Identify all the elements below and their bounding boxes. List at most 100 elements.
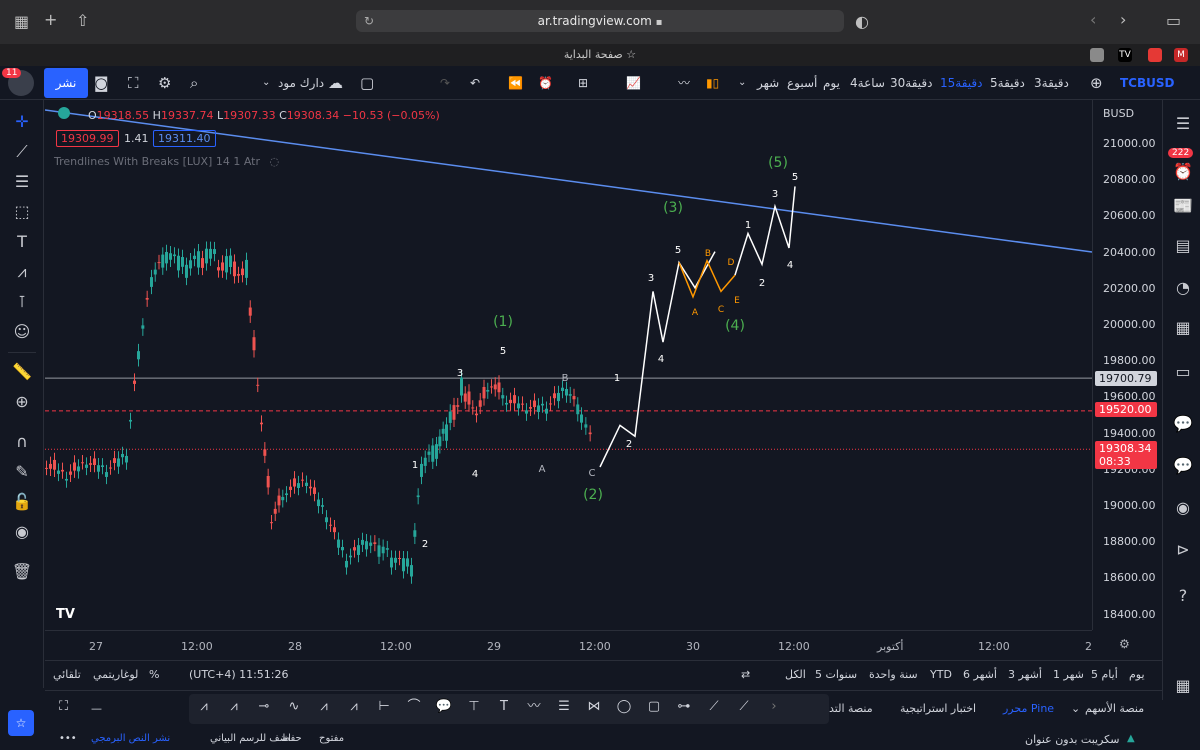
favicon-red-icon[interactable] <box>1148 48 1162 62</box>
buy-button[interactable]: 19311.40 <box>153 130 216 147</box>
ellipse-icon[interactable]: ◯ <box>609 694 639 720</box>
layout-name[interactable]: دارك مود <box>278 66 324 100</box>
alert-clock-icon[interactable]: ⏰ <box>538 66 553 100</box>
curve-icon[interactable]: ∿ <box>279 694 309 720</box>
add-to-chart-button[interactable]: اضف للرسم البياني <box>210 733 291 744</box>
calendar-icon[interactable]: ▦ <box>1171 318 1195 337</box>
horizontal-ray-icon[interactable]: ⊸ <box>249 694 279 720</box>
price-chart[interactable]: (1) (2) (3) (4) (5) 1 2 3 4 5 1 2 3 4 5 1 2 3 4 5 A B C A B C D E <box>44 100 1093 630</box>
text-icon[interactable]: T <box>489 694 519 720</box>
replay-icon[interactable]: ⏪ <box>508 66 523 100</box>
candle-chart-icon[interactable]: ▮▯ <box>706 66 719 100</box>
range-1d[interactable]: يوم <box>1129 668 1145 681</box>
chart-canvas[interactable]: (1) (2) (3) (4) (5) 1 2 3 4 5 1 2 3 4 5 1 2 3 4 5 A B C A B C D E <box>44 100 1093 630</box>
tab-pine-editor[interactable]: محرر Pine <box>1003 702 1054 715</box>
data-window-icon[interactable]: ▤ <box>1171 236 1195 255</box>
indicators-icon[interactable]: 📈 <box>626 66 641 100</box>
time-scale[interactable]: 27 12:00 28 12:00 29 12:00 30 12:00 أكتوبر 12:00 2… <box>45 630 1130 660</box>
sell-button[interactable]: 19309.99 <box>56 130 119 147</box>
eye-hidden-icon[interactable]: ◌ <box>270 155 280 168</box>
interval-4h[interactable]: 4ساعة <box>850 66 885 100</box>
tradingview-favicon-icon[interactable]: TV <box>1118 48 1132 62</box>
minimize-panel-icon[interactable]: — <box>91 702 102 715</box>
scroll-right-icon[interactable]: › <box>759 694 789 720</box>
range-6m[interactable]: 6 أشهر <box>963 668 997 681</box>
shield-icon[interactable]: ◐ <box>855 12 869 31</box>
interval-week[interactable]: أسبوع <box>787 66 817 100</box>
tab-trading-panel[interactable]: منصة التد <box>829 702 873 715</box>
help-icon[interactable]: ? <box>1171 586 1195 605</box>
tab-strategy-tester[interactable]: اختبار استراتيجية <box>900 702 976 715</box>
open-button[interactable]: مفتوح <box>319 733 344 744</box>
calendar-bottom-icon[interactable]: ▦ <box>1171 676 1195 695</box>
zoom-icon[interactable]: ⊕ <box>10 392 34 411</box>
broadcast-icon[interactable]: ◉ <box>1171 498 1195 517</box>
timezone-settings-icon[interactable]: ⚙ <box>1119 637 1130 651</box>
redo-icon[interactable]: ↷ <box>440 66 450 100</box>
text-tool-icon[interactable]: T <box>10 232 34 251</box>
arc-icon[interactable]: ⌒ <box>399 694 429 720</box>
share-icon[interactable]: ⇧ <box>76 11 89 30</box>
range-1y[interactable]: سنة واحدة <box>869 668 918 681</box>
back-icon[interactable]: ‹ <box>1090 10 1096 29</box>
date-range-icon[interactable]: ⇄ <box>741 668 750 681</box>
hotlists-icon[interactable]: ◔ <box>1171 278 1195 297</box>
undo-icon[interactable]: ↶ <box>470 66 480 100</box>
trendline-tool-icon[interactable]: ⟋ <box>10 142 34 162</box>
interval-15m[interactable]: 15دقيقة <box>940 66 983 100</box>
settings-gear-icon[interactable]: ⚙ <box>158 66 171 100</box>
address-bar[interactable]: ↻ ar.tradingview.com ▪ <box>356 10 844 32</box>
chevron-down-icon[interactable]: ⌄ <box>262 66 270 100</box>
trend-line-icon[interactable]: ⟋ <box>729 694 759 720</box>
symbol-name[interactable]: TCBUSD <box>1120 66 1175 100</box>
callout-icon[interactable]: 💬 <box>429 694 459 720</box>
play-icon[interactable]: ⊳ <box>1171 540 1195 559</box>
templates-icon[interactable]: ⊞ <box>578 66 588 100</box>
magnet-icon[interactable]: ∩ <box>10 432 34 451</box>
ruler-icon[interactable]: 📏 <box>10 362 34 381</box>
stock-screener-chevron-icon[interactable]: ⌄ <box>1071 702 1080 715</box>
emoji-icon[interactable]: ☺ <box>10 322 34 341</box>
elliott-correction-icon[interactable]: ⩘ <box>309 694 339 720</box>
clock-timezone[interactable]: (UTC+4) 11:51:26 <box>189 668 289 681</box>
interval-3m[interactable]: 3دقيقة <box>1034 66 1069 100</box>
rectangle-icon[interactable]: ▢ <box>639 694 669 720</box>
fullscreen-icon[interactable]: ⛶ <box>128 66 139 100</box>
interval-month[interactable]: شهر <box>757 66 779 100</box>
range-1m[interactable]: 1 شهر <box>1053 668 1084 681</box>
date-range-tool-icon[interactable]: ⊢ <box>369 694 399 720</box>
log-scale-toggle[interactable]: لوغاريتمي <box>93 668 138 681</box>
gmail-icon[interactable]: M <box>1174 48 1188 62</box>
cloud-icon[interactable]: ☁ <box>328 66 343 100</box>
add-symbol-icon[interactable]: ⊕ <box>1090 66 1103 100</box>
publish-button[interactable]: نشر <box>44 68 88 98</box>
more-options-icon[interactable]: ••• <box>59 733 77 744</box>
interval-day[interactable]: يوم <box>823 66 840 100</box>
watchlist-icon[interactable]: ☰ <box>1171 114 1195 133</box>
maximize-panel-icon[interactable]: ⛶ <box>59 699 68 714</box>
intervals-chevron-icon[interactable]: ⌄ <box>738 66 746 100</box>
chat-icon[interactable]: 💬 <box>1171 414 1195 433</box>
fib-tool-icon[interactable]: ☰ <box>10 172 34 191</box>
search-icon[interactable]: ⌕ <box>190 66 198 100</box>
price-scale[interactable]: BUSD 21000.00 20800.00 20600.00 20400.00 202… <box>1092 100 1160 630</box>
ray-icon[interactable]: ⟋ <box>699 694 729 720</box>
interval-30m[interactable]: 30دقيقة <box>890 66 933 100</box>
streams-icon[interactable]: 💬 <box>1171 456 1195 475</box>
layout-square-icon[interactable]: ▢ <box>360 66 374 100</box>
prediction-tool-icon[interactable]: ⊺ <box>10 292 34 311</box>
range-all[interactable]: الكل <box>785 668 806 681</box>
sidebar-grid-icon[interactable]: ▦ <box>14 12 29 31</box>
favicon-icon[interactable] <box>1090 48 1104 62</box>
auto-scale-toggle[interactable]: تلقائي <box>53 668 81 681</box>
tab-stock-screener[interactable]: منصة الأسهم <box>1085 702 1144 715</box>
indicator-legend[interactable]: Trendlines With Breaks [LUX] 14 1 Atr ◌ <box>54 155 279 168</box>
percent-toggle[interactable]: % <box>149 668 159 681</box>
interval-5m[interactable]: 5دقيقة <box>990 66 1025 100</box>
forward-icon[interactable]: › <box>1120 10 1126 29</box>
reload-icon[interactable]: ↻ <box>364 10 374 32</box>
tab-overview-icon[interactable]: ▭ <box>1166 11 1181 30</box>
favorites-star-icon[interactable]: ☆ <box>8 710 34 736</box>
range-5d[interactable]: 5 أيام <box>1091 668 1118 681</box>
range-3m[interactable]: 3 أشهر <box>1008 668 1042 681</box>
